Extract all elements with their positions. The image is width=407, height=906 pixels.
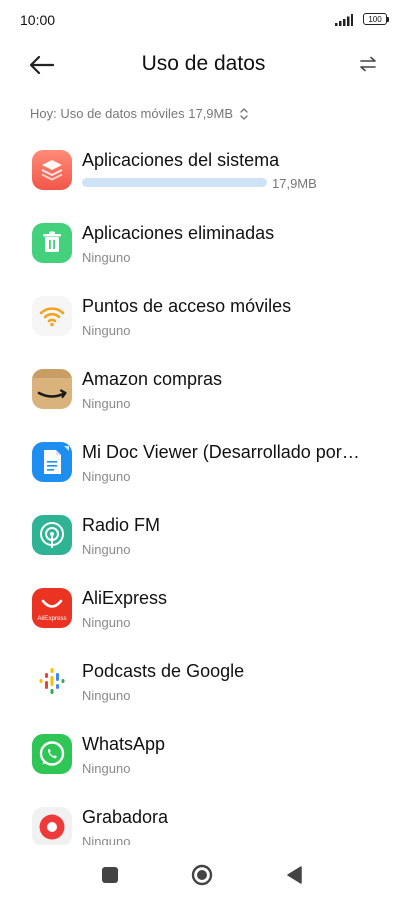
list-item[interactable]: Grabadora Ninguno xyxy=(0,797,407,845)
usage-value: Ninguno xyxy=(82,469,131,484)
doc-viewer-icon xyxy=(32,442,72,482)
usage-value: Ninguno xyxy=(82,761,131,776)
status-bar: 10:00 100 xyxy=(0,0,407,40)
back-triangle-icon[interactable] xyxy=(286,866,304,884)
app-name: Mi Doc Viewer (Desarrollado por… xyxy=(82,442,360,462)
navigation-bar xyxy=(0,846,407,906)
usage-value: Ninguno xyxy=(82,250,131,265)
usage-value: Ninguno xyxy=(82,396,131,411)
aliexpress-logo-text: AliExpress xyxy=(37,615,66,622)
sort-icon[interactable] xyxy=(359,56,377,72)
signal-icon xyxy=(335,14,353,26)
usage-value: Ninguno xyxy=(82,323,131,338)
app-name: Amazon compras xyxy=(82,369,223,389)
app-name: WhatsApp xyxy=(82,734,166,754)
usage-value: 17,9MB xyxy=(272,176,317,191)
screen: 10:00 100 Uso de datos Hoy: Uso de datos… xyxy=(0,0,407,906)
list-item[interactable]: Radio FM Ninguno xyxy=(0,505,407,578)
status-time: 10:00 xyxy=(20,12,56,28)
trash-icon xyxy=(32,223,72,263)
whatsapp-icon xyxy=(32,734,72,774)
app-list: Aplicaciones del sistema 17,9MB Aplicaci… xyxy=(0,140,407,845)
list-item[interactable]: Puntos de acceso móviles Ninguno xyxy=(0,286,407,359)
app-name: AliExpress xyxy=(82,588,168,608)
data-usage-summary: Hoy: Uso de datos móviles 17,9MB xyxy=(30,106,234,121)
recorder-icon xyxy=(32,807,72,845)
usage-value: Ninguno xyxy=(82,688,131,703)
amazon-icon xyxy=(32,369,72,409)
list-item[interactable]: Podcasts de Google Ninguno xyxy=(0,651,407,724)
chevron-updown-icon xyxy=(240,107,248,120)
app-name: Aplicaciones eliminadas xyxy=(82,223,275,243)
data-usage-selector[interactable]: Hoy: Uso de datos móviles 17,9MB xyxy=(30,106,249,121)
usage-bar xyxy=(82,178,267,187)
list-item[interactable]: Aplicaciones del sistema 17,9MB xyxy=(0,140,407,213)
usage-bar-fill xyxy=(82,178,267,187)
list-item[interactable]: Amazon compras Ninguno xyxy=(0,359,407,432)
list-item[interactable]: WhatsApp Ninguno xyxy=(0,724,407,797)
page-title: Uso de datos xyxy=(141,52,266,75)
battery-level: 100 xyxy=(368,15,382,24)
list-item[interactable]: AliExpress AliExpress Ninguno xyxy=(0,578,407,651)
battery-icon: 100 xyxy=(363,13,389,25)
list-item[interactable]: Mi Doc Viewer (Desarrollado por… Ninguno xyxy=(0,432,407,505)
app-name: Aplicaciones del sistema xyxy=(82,150,280,170)
app-name: Podcasts de Google xyxy=(82,661,245,681)
app-name: Radio FM xyxy=(82,515,161,535)
aliexpress-icon: AliExpress xyxy=(32,588,72,628)
usage-value: Ninguno xyxy=(82,542,131,557)
header: Uso de datos xyxy=(0,44,407,88)
system-apps-icon xyxy=(32,150,72,190)
usage-value: Ninguno xyxy=(82,615,131,630)
app-name: Grabadora xyxy=(82,807,169,827)
usage-value: Ninguno xyxy=(82,834,131,845)
hotspot-icon xyxy=(32,296,72,336)
radio-icon xyxy=(32,515,72,555)
home-circle-icon[interactable] xyxy=(191,864,213,886)
podcasts-icon xyxy=(32,661,72,701)
list-item[interactable]: Aplicaciones eliminadas Ninguno xyxy=(0,213,407,286)
recents-square-icon[interactable] xyxy=(101,866,119,884)
app-name: Puntos de acceso móviles xyxy=(82,296,292,316)
